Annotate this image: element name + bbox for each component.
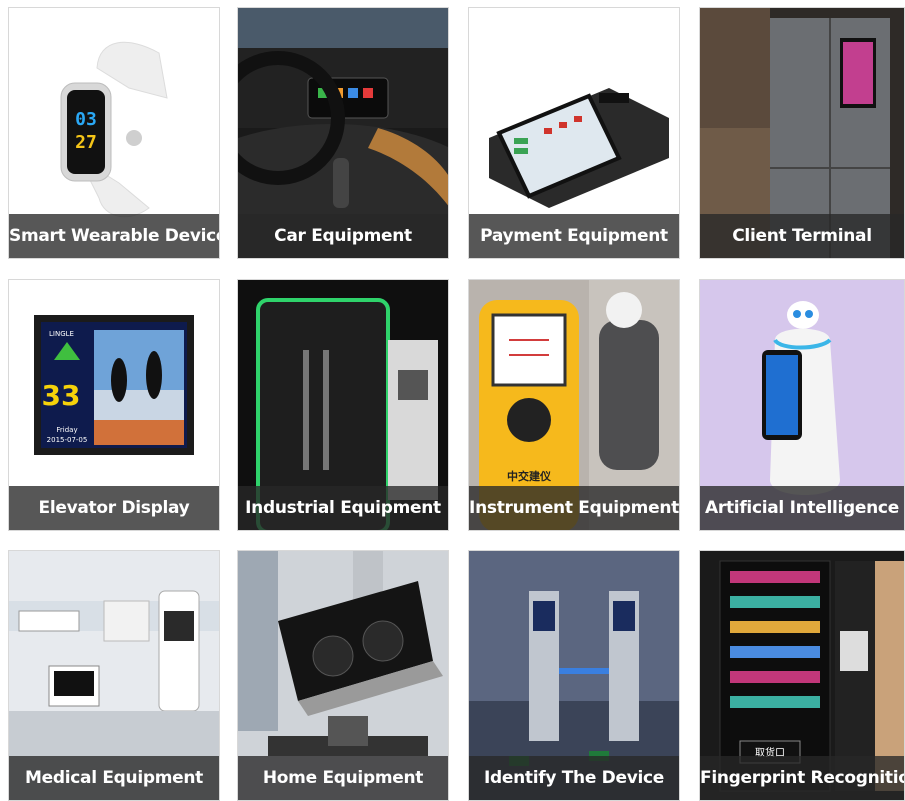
tile-fingerprint-recognition[interactable]: 取货口 Fingerprint Recognition	[699, 550, 905, 801]
tile-payment-equipment[interactable]: Payment Equipment	[468, 7, 680, 259]
tile-home-equipment[interactable]: Home Equipment	[237, 550, 449, 801]
caption-label: Instrument Equipment	[469, 486, 679, 530]
tile-identify-device[interactable]: Identify The Device	[468, 550, 680, 801]
tile-smart-wearable[interactable]: 03 27 Smart Wearable Device	[8, 7, 220, 259]
tile-car-equipment[interactable]: Car Equipment	[237, 7, 449, 259]
svg-text:33: 33	[42, 379, 81, 412]
svg-text:Friday: Friday	[56, 426, 77, 434]
caption-label: Client Terminal	[700, 214, 904, 258]
tile-elevator-display[interactable]: LINGLE 33 Friday 2015-07-05 Elevator Dis…	[8, 279, 220, 531]
caption-label: Smart Wearable Device	[9, 214, 219, 258]
caption-label: Car Equipment	[238, 214, 448, 258]
tile-client-terminal[interactable]: Client Terminal	[699, 7, 905, 259]
caption-label: Home Equipment	[238, 756, 448, 800]
tile-artificial-intelligence[interactable]: Artificial Intelligence	[699, 279, 905, 531]
tile-instrument-equipment[interactable]: 中交建仪 Instrument Equipment	[468, 279, 680, 531]
svg-text:中交建仪: 中交建仪	[507, 469, 552, 483]
caption-label: Fingerprint Recognition	[700, 756, 904, 800]
svg-text:27: 27	[75, 132, 97, 153]
product-grid: 03 27 Smart Wearable Device Car Equipmen…	[0, 0, 905, 801]
tile-industrial-equipment[interactable]: Industrial Equipment	[237, 279, 449, 531]
caption-label: Medical Equipment	[9, 756, 219, 800]
caption-label: Artificial Intelligence	[700, 486, 904, 530]
svg-text:03: 03	[75, 109, 97, 130]
svg-text:2015-07-05: 2015-07-05	[47, 436, 88, 444]
caption-label: Elevator Display	[9, 486, 219, 530]
caption-label: Payment Equipment	[469, 214, 679, 258]
tile-medical-equipment[interactable]: Medical Equipment	[8, 550, 220, 801]
caption-label: Identify The Device	[469, 756, 679, 800]
svg-text:LINGLE: LINGLE	[49, 330, 74, 338]
caption-label: Industrial Equipment	[238, 486, 448, 530]
